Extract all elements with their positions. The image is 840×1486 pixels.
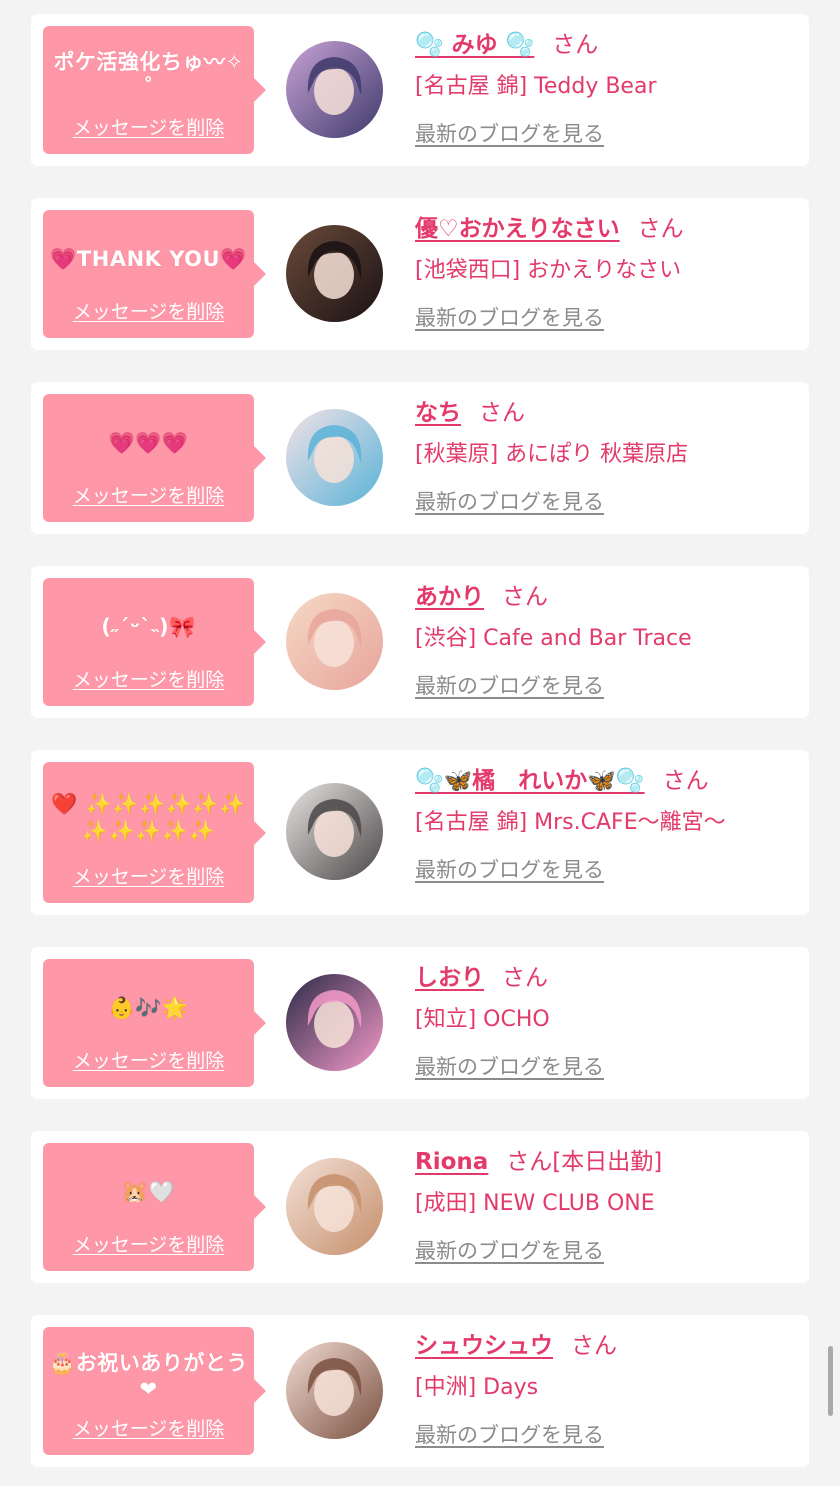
sender-name-link[interactable]: 優♡おかえりなさい [415,216,620,242]
sender-name-link[interactable]: あかり [415,584,484,610]
shop-name: [渋谷] Cafe and Bar Trace [415,626,692,651]
delete-message-link[interactable]: メッセージを削除 [43,665,254,692]
sender-info: なち さん [秋葉原] あにぽり 秋葉原店 最新のブログを見る [415,396,799,516]
message-bubble: 👶🎶🌟 メッセージを削除 [43,959,266,1087]
message-list: ポケ活強化ちゅ〰✧˚ メッセージを削除 🫧 みゆ 🫧 さん [名古屋 錦] Te… [31,14,809,1467]
shop-name: [名古屋 錦] Mrs.CAFE〜離宮〜 [415,810,726,835]
message-bubble: ❤️ ✨✨✨✨✨✨ ✨✨✨✨✨ メッセージを削除 [43,762,266,903]
message-bubble: (˶ˊᵕˋ˵)🎀 メッセージを削除 [43,578,266,706]
name-line: 🫧 みゆ 🫧 さん [415,28,799,62]
sender-name-link[interactable]: なち [415,400,461,426]
message-text: (˶ˊᵕˋ˵)🎀 [101,614,196,639]
delete-message-link[interactable]: メッセージを削除 [43,862,254,889]
delete-message-link[interactable]: メッセージを削除 [43,1414,254,1441]
latest-blog-link[interactable]: 最新のブログを見る [415,1051,604,1081]
message-bubble: 💗THANK YOU💗 メッセージを削除 [43,210,266,338]
honorific: さん [506,1149,553,1175]
shop-name: [成田] NEW CLUB ONE [415,1191,655,1216]
name-line: 🫧🦋橘 れいか🦋🫧 さん [415,764,799,798]
avatar-image [286,1158,383,1255]
shop-name: [池袋西口] おかえりなさい [415,258,682,283]
message-card: ポケ活強化ちゅ〰✧˚ メッセージを削除 🫧 みゆ 🫧 さん [名古屋 錦] Te… [31,14,809,166]
status-badge: [本日出勤] [552,1149,663,1175]
message-bubble: 🎂お祝いありがとう❤ メッセージを削除 [43,1327,266,1455]
delete-message-link[interactable]: メッセージを削除 [43,1230,254,1257]
avatar-image [286,593,383,690]
shop-name: [秋葉原] あにぽり 秋葉原店 [415,442,689,467]
message-bubble: 💗💗💗 メッセージを削除 [43,394,266,522]
avatar-image [286,783,383,880]
delete-message-link[interactable]: メッセージを削除 [43,1046,254,1073]
message-bubble: 🐹🤍 メッセージを削除 [43,1143,266,1271]
shop-name: [名古屋 錦] Teddy Bear [415,74,657,99]
avatar-image [286,1342,383,1439]
sender-info: しおり さん [知立] OCHO 最新のブログを見る [415,961,799,1081]
avatar[interactable] [286,783,383,880]
avatar[interactable] [286,974,383,1071]
name-line: なち さん [415,396,799,430]
name-line: Riona さん[本日出勤] [415,1145,799,1179]
honorific: さん [502,584,548,610]
avatar[interactable] [286,1342,383,1439]
scrollbar[interactable] [828,1346,833,1416]
sender-name-link[interactable]: しおり [415,965,484,991]
honorific: さん [479,400,525,426]
avatar-image [286,409,383,506]
sender-info: 🫧🦋橘 れいか🦋🫧 さん [名古屋 錦] Mrs.CAFE〜離宮〜 最新のブログを… [415,764,799,884]
latest-blog-link[interactable]: 最新のブログを見る [415,1235,604,1265]
name-line: シュウシュウ さん [415,1329,799,1363]
avatar[interactable] [286,41,383,138]
honorific: さん [502,965,548,991]
sender-info: あかり さん [渋谷] Cafe and Bar Trace 最新のブログを見る [415,580,799,700]
message-text: 💗💗💗 [108,430,189,455]
avatar[interactable] [286,409,383,506]
message-text: ❤️ ✨✨✨✨✨✨ ✨✨✨✨✨ [51,792,246,843]
message-text: 🎂お祝いありがとう❤ [49,1350,248,1401]
honorific: さん [571,1333,617,1359]
delete-message-link[interactable]: メッセージを削除 [43,481,254,508]
avatar[interactable] [286,225,383,322]
sender-name-link[interactable]: 🫧 みゆ 🫧 [415,32,534,58]
message-card: 👶🎶🌟 メッセージを削除 しおり さん [知立] OCHO 最新のブログを見る [31,947,809,1099]
name-line: あかり さん [415,580,799,614]
message-card: ❤️ ✨✨✨✨✨✨ ✨✨✨✨✨ メッセージを削除 🫧🦋橘 れいか🦋🫧 さん [名… [31,750,809,915]
latest-blog-link[interactable]: 最新のブログを見る [415,302,604,332]
honorific: さん [637,216,684,242]
sender-info: シュウシュウ さん [中洲] Days 最新のブログを見る [415,1329,799,1449]
delete-message-link[interactable]: メッセージを削除 [43,113,254,140]
latest-blog-link[interactable]: 最新のブログを見る [415,854,604,884]
message-text: 🐹🤍 [121,1179,176,1204]
name-line: 優♡おかえりなさい さん [415,212,799,246]
name-line: しおり さん [415,961,799,995]
message-text: ポケ活強化ちゅ〰✧˚ [53,49,244,100]
avatar-image [286,974,383,1071]
shop-name: [知立] OCHO [415,1007,550,1032]
message-card: 🐹🤍 メッセージを削除 Riona さん[本日出勤] [成田] NEW CLUB… [31,1131,809,1283]
honorific: さん [662,768,709,794]
message-text: 👶🎶🌟 [108,995,189,1020]
sender-name-link[interactable]: 🫧🦋橘 れいか🦋🫧 [415,768,645,794]
delete-message-link[interactable]: メッセージを削除 [43,297,254,324]
sender-info: 優♡おかえりなさい さん [池袋西口] おかえりなさい 最新のブログを見る [415,212,799,332]
sender-name-link[interactable]: Riona [415,1149,488,1175]
shop-name: [中洲] Days [415,1375,539,1400]
avatar-image [286,41,383,138]
latest-blog-link[interactable]: 最新のブログを見る [415,118,604,148]
latest-blog-link[interactable]: 最新のブログを見る [415,670,604,700]
sender-info: 🫧 みゆ 🫧 さん [名古屋 錦] Teddy Bear 最新のブログを見る [415,28,799,148]
honorific: さん [552,32,599,58]
latest-blog-link[interactable]: 最新のブログを見る [415,486,604,516]
message-card: 💗💗💗 メッセージを削除 なち さん [秋葉原] あにぽり 秋葉原店 最新のブロ… [31,382,809,534]
message-card: (˶ˊᵕˋ˵)🎀 メッセージを削除 あかり さん [渋谷] Cafe and B… [31,566,809,718]
avatar-image [286,225,383,322]
avatar[interactable] [286,1158,383,1255]
avatar[interactable] [286,593,383,690]
message-bubble: ポケ活強化ちゅ〰✧˚ メッセージを削除 [43,26,266,154]
message-text: 💗THANK YOU💗 [50,246,247,271]
latest-blog-link[interactable]: 最新のブログを見る [415,1419,604,1449]
message-card: 💗THANK YOU💗 メッセージを削除 優♡おかえりなさい さん [池袋西口]… [31,198,809,350]
sender-name-link[interactable]: シュウシュウ [415,1333,553,1359]
sender-info: Riona さん[本日出勤] [成田] NEW CLUB ONE 最新のブログを見… [415,1145,799,1265]
message-card: 🎂お祝いありがとう❤ メッセージを削除 シュウシュウ さん [中洲] Days … [31,1315,809,1467]
